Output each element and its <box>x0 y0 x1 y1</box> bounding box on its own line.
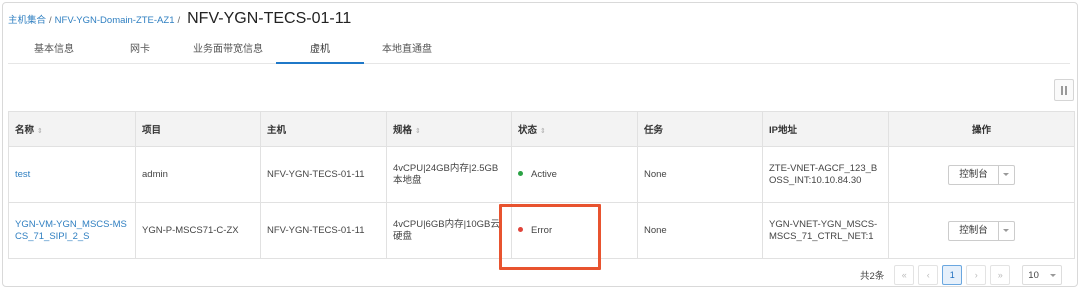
vm-name-link[interactable]: test <box>15 169 30 180</box>
tab-vm[interactable]: 虚机 <box>276 40 364 64</box>
action-dropdown-button[interactable] <box>998 220 1015 241</box>
vm-spec: 4vCPU|6GB内存|10GB云硬盘 <box>386 202 512 259</box>
vm-task: None <box>637 202 763 259</box>
tab-nic[interactable]: 网卡 <box>100 40 180 64</box>
console-button[interactable]: 控制台 <box>948 164 999 185</box>
sort-icon[interactable]: ⇕ <box>540 128 546 135</box>
prev-page-button[interactable]: ‹ <box>918 265 939 285</box>
vm-task: None <box>637 146 763 203</box>
total-count: 共2条 <box>860 271 885 282</box>
vm-ip: YGN-VNET-YGN_MSCS-MSCS_71_CTRL_NET:1 <box>762 202 889 259</box>
chevron-down-icon <box>1003 229 1010 232</box>
page-title: NFV-YGN-TECS-01-11 <box>187 10 352 27</box>
action-dropdown-button[interactable] <box>998 164 1015 185</box>
vm-project: YGN-P-MSCS71-C-ZX <box>135 202 261 259</box>
chevron-down-icon <box>1050 273 1057 277</box>
page-size-select[interactable]: 10 <box>1022 265 1063 285</box>
pagination: 共2条 « ‹ 1 › » 10 <box>860 265 1063 285</box>
vm-ip: ZTE-VNET-AGCF_123_BOSS_INT:10.10.84.30 <box>762 146 889 203</box>
tab-bar: 基本信息 网卡 业务面带宽信息 虚机 本地直通盘 <box>8 40 1070 64</box>
sort-icon[interactable]: ⇕ <box>415 128 421 135</box>
column-header-project: 项目 <box>135 111 261 147</box>
breadcrumb-separator: / <box>177 15 181 26</box>
columns-icon <box>1061 85 1067 95</box>
tab-local-passthrough-disk[interactable]: 本地直通盘 <box>364 40 450 64</box>
breadcrumb: 主机集合 / NFV-YGN-Domain-ZTE-AZ1 / NFV-YGN-… <box>8 10 352 27</box>
first-page-button[interactable]: « <box>894 265 915 285</box>
tab-basic-info[interactable]: 基本信息 <box>8 40 100 64</box>
status-dot-icon <box>518 171 523 177</box>
breadcrumb-domain[interactable]: NFV-YGN-Domain-ZTE-AZ1 <box>55 15 175 26</box>
chevron-down-icon <box>1003 173 1010 176</box>
table-header-row: 名称 ⇕ 项目 主机 规格 ⇕ 状态 ⇕ 任务 IP地址 操作 <box>8 111 1075 147</box>
vm-host: NFV-YGN-TECS-01-11 <box>260 202 387 259</box>
column-header-task: 任务 <box>637 111 763 147</box>
column-header-actions: 操作 <box>888 111 1075 147</box>
column-header-spec[interactable]: 规格 ⇕ <box>386 111 512 147</box>
column-header-name[interactable]: 名称 ⇕ <box>8 111 136 147</box>
vm-spec: 4vCPU|24GB内存|2.5GB本地盘 <box>386 146 512 203</box>
tab-bandwidth[interactable]: 业务面带宽信息 <box>180 40 276 64</box>
table-row: test admin NFV-YGN-TECS-01-11 4vCPU|24GB… <box>8 146 1075 203</box>
breadcrumb-host-collection[interactable]: 主机集合 <box>8 12 46 26</box>
column-header-ip: IP地址 <box>762 111 889 147</box>
column-header-status[interactable]: 状态 ⇕ <box>511 111 638 147</box>
vm-name-link[interactable]: YGN-VM-YGN_MSCS-MSCS_71_SIPI_2_S <box>15 219 127 242</box>
vm-actions: 控制台 <box>888 146 1075 203</box>
vm-status: Active <box>511 146 638 203</box>
vm-host: NFV-YGN-TECS-01-11 <box>260 146 387 203</box>
page-button-current[interactable]: 1 <box>942 265 963 285</box>
sort-icon[interactable]: ⇕ <box>37 128 43 135</box>
vm-project: admin <box>135 146 261 203</box>
breadcrumb-separator: / <box>49 15 52 26</box>
next-page-button[interactable]: › <box>966 265 987 285</box>
column-settings-button[interactable] <box>1054 79 1074 101</box>
console-button[interactable]: 控制台 <box>948 220 999 241</box>
vm-actions: 控制台 <box>888 202 1075 259</box>
last-page-button[interactable]: » <box>990 265 1011 285</box>
error-highlight-annotation <box>499 204 601 270</box>
column-header-host: 主机 <box>260 111 387 147</box>
